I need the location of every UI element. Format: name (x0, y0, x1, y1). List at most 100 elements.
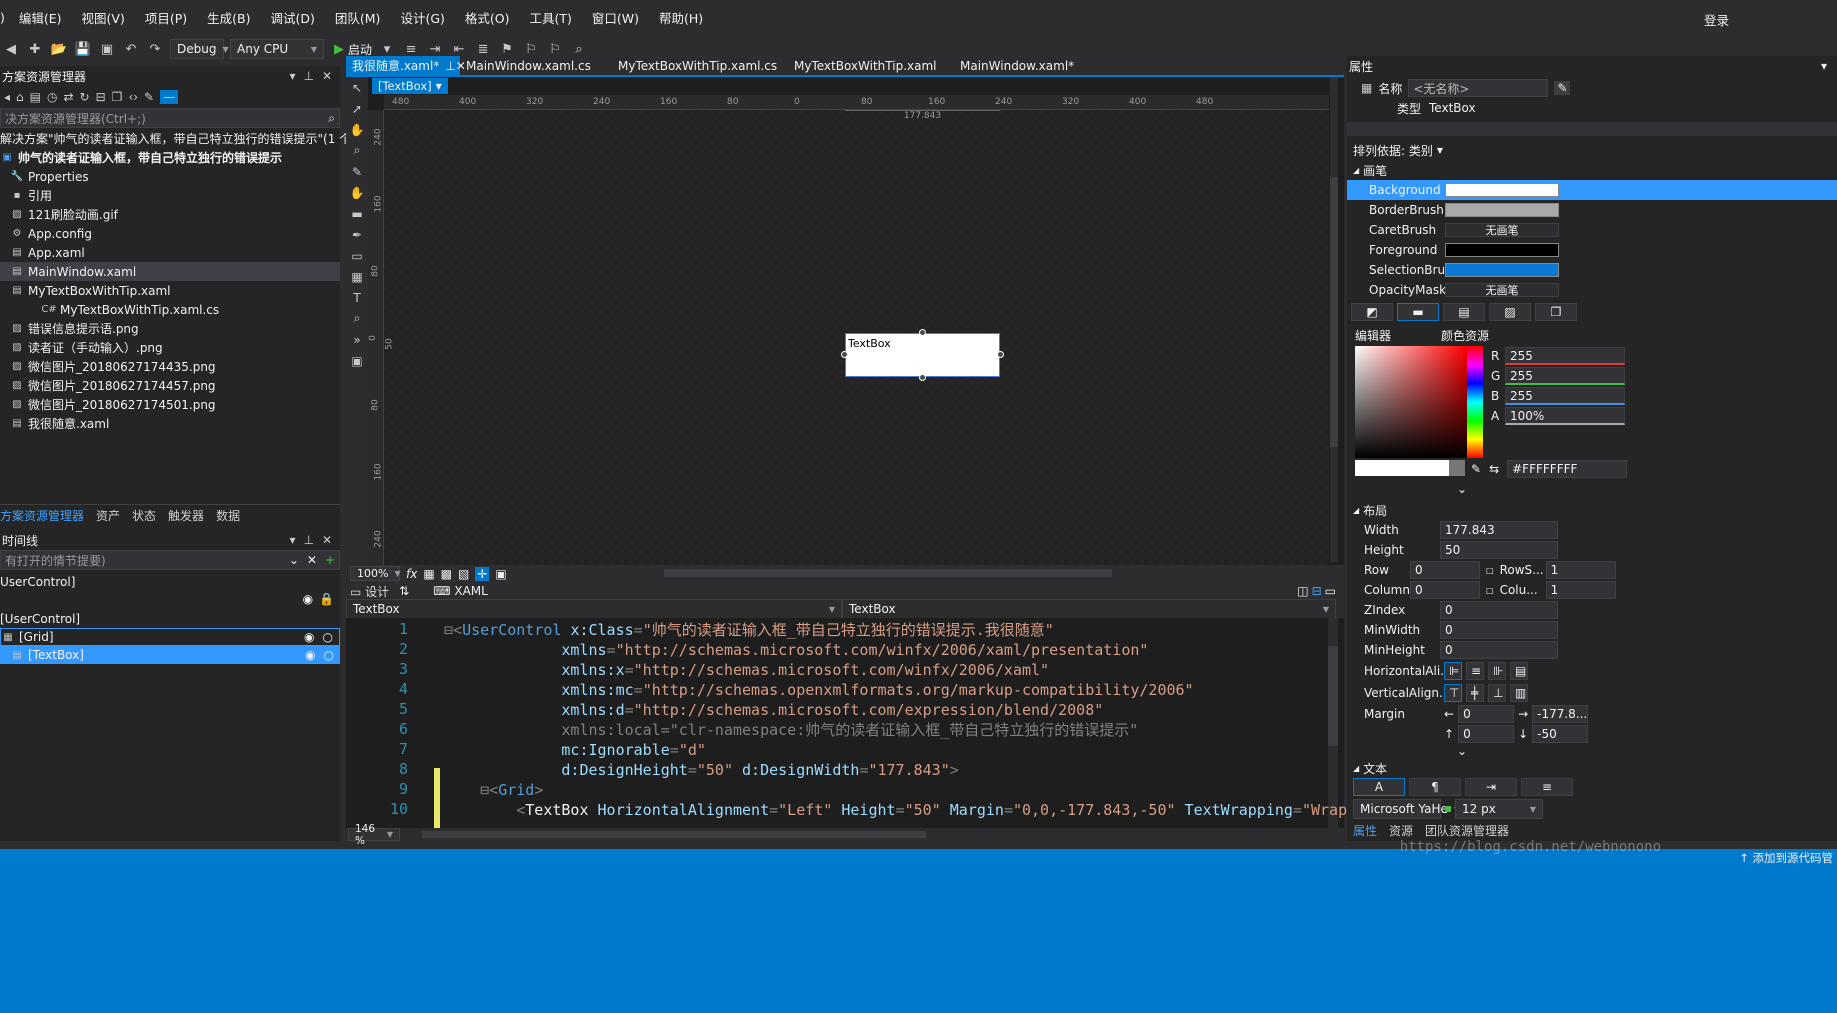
menu-item[interactable]: 生成(B) (197, 8, 260, 27)
brush-property[interactable]: OpacityMask 无画笔 (1347, 280, 1837, 300)
code-zoom-select[interactable]: 146 % ▼ (348, 823, 400, 847)
pin-icon[interactable]: ⊥ (303, 533, 313, 547)
solution-tree-item[interactable]: ▣ 帅气的读者证输入框，带自己特立独行的错误提示 (0, 148, 340, 167)
asset-icon[interactable]: ⌕ (346, 308, 368, 329)
props-tab[interactable]: 属性 (1347, 822, 1383, 839)
swap-icon[interactable]: ⇆ (1489, 462, 1499, 476)
hex-input[interactable]: #FFFFFFFF (1507, 460, 1628, 478)
element-scope-select[interactable]: TextBox ▼ (346, 599, 842, 619)
navigate-back-icon[interactable]: ◀ (2, 40, 20, 58)
element-member-select[interactable]: TextBox ▼ (842, 599, 1336, 619)
close-icon[interactable]: ✕ (322, 533, 332, 547)
code-line[interactable]: ⊟<Grid> (444, 780, 543, 800)
eyedropper-icon[interactable]: ✎ (1471, 462, 1481, 476)
eyedropper-icon[interactable]: ✎ (346, 161, 368, 182)
wrench-icon[interactable]: ✎ (1554, 81, 1571, 95)
pan-icon[interactable]: ✋ (346, 119, 368, 140)
paint-bucket-icon[interactable]: ✋ (346, 182, 368, 203)
layout-section-header[interactable]: ◢ 布局 (1347, 500, 1837, 520)
text-section-header[interactable]: ◢ 文本 (1347, 758, 1837, 778)
save-icon[interactable]: 💾 (74, 40, 92, 58)
menu-item[interactable]: 视图(V) (72, 8, 135, 27)
indent-tab-icon[interactable]: ⇥ (1465, 778, 1517, 796)
solution-tree-item[interactable]: ⚙ App.config (0, 224, 340, 243)
rowspan-input[interactable]: 1 (1545, 561, 1616, 579)
code-line[interactable]: xmlns:d="http://schemas.microsoft.com/ex… (444, 700, 1103, 720)
solution-tree-item[interactable]: ▤ 我很随意.xaml (0, 414, 340, 433)
save-all-icon[interactable]: ▣ (98, 40, 116, 58)
align-left-icon[interactable]: ⊫ (1444, 662, 1462, 680)
solution-tree-item[interactable]: ▨ 微信图片_20180627174457.png (0, 376, 340, 395)
home-icon[interactable]: ⌂ (16, 90, 24, 104)
tab-1[interactable]: 资产 (90, 507, 126, 524)
paragraph-tab-icon[interactable]: ¶ (1409, 778, 1461, 796)
text-tool-icon[interactable]: T (346, 287, 368, 308)
menu-item[interactable]: 帮助(H) (649, 8, 713, 27)
redo-icon[interactable]: ↷ (146, 40, 164, 58)
resource-brush-icon[interactable]: ❐ (1535, 303, 1577, 321)
menu-item[interactable]: 调试(D) (261, 8, 325, 27)
property-input[interactable]: 0 (1440, 641, 1558, 659)
solution-tree-item[interactable]: ▨ 错误信息提示语.png (0, 319, 340, 338)
new-project-icon[interactable]: ✚ (26, 40, 44, 58)
lock-toggle-icon[interactable]: ○ (323, 630, 333, 644)
align-middle-icon[interactable]: ╪ (1466, 684, 1484, 702)
brush-swatch[interactable] (1445, 243, 1559, 257)
doc-tab[interactable]: MyTextBoxWithTip.xaml (788, 56, 954, 75)
storyboard-select[interactable]: 有打开的情节提要) ⌄ ✕ + (0, 550, 340, 570)
solution-tree-item[interactable]: ▨ 读者证（手动输入）.png (0, 338, 340, 357)
solution-search-input[interactable]: 决方案资源管理器(Ctrl+;) ⌕ (0, 108, 340, 128)
more-tools-icon[interactable]: » (346, 329, 368, 350)
column-input[interactable]: 0 (1410, 581, 1480, 599)
code-horizontal-scrollbar[interactable] (422, 831, 926, 838)
swap-icon[interactable]: ⇅ (399, 584, 409, 598)
artboard-icon[interactable]: ▧ (458, 567, 469, 581)
resize-handle[interactable] (919, 329, 926, 336)
vertical-scrollbar[interactable] (1330, 77, 1338, 562)
name-input[interactable]: <无名称> (1408, 79, 1549, 97)
margin-bottom-input[interactable]: -50 (1532, 725, 1589, 743)
close-icon[interactable]: ✕ (307, 553, 317, 567)
platform-select[interactable]: Any CPU ▼ (230, 39, 324, 59)
tab-3[interactable]: 触发器 (162, 507, 210, 524)
gradient-brush-icon[interactable]: ▤ (1443, 303, 1485, 321)
dropdown-icon[interactable]: ▾ (289, 533, 295, 547)
pin-icon[interactable]: ⊥ (445, 59, 455, 73)
doc-tab[interactable]: 我很随意.xaml* ⊥ ✕ (346, 56, 466, 75)
font-family-select[interactable]: Microsoft YaHe▼ (1353, 799, 1460, 819)
code-line[interactable]: xmlns:mc="http://schemas.openxmlformats.… (444, 680, 1193, 700)
channel-input[interactable]: 255 (1505, 387, 1625, 405)
solution-tree-item[interactable]: 🔧 Properties (0, 167, 340, 186)
props-tab[interactable]: 团队资源管理器 (1419, 822, 1515, 839)
align-center-icon[interactable]: ≡ (1466, 662, 1484, 680)
eye-icon[interactable]: ◉ (304, 630, 314, 644)
expand-icon[interactable]: ⌄ (1457, 482, 1467, 496)
lock-icon[interactable]: 🔒 (319, 592, 334, 610)
margin-right-input[interactable]: -177.8... (1532, 705, 1589, 723)
props-tab[interactable]: 资源 (1383, 822, 1419, 839)
margin-top-input[interactable]: 0 (1458, 725, 1515, 743)
wrench-icon[interactable]: ✎ (144, 90, 154, 104)
code-line[interactable]: mc:Ignorable="d" (444, 740, 706, 760)
pin-icon[interactable]: ⊥ (303, 69, 313, 83)
zoom-select[interactable]: 100% ▼ (350, 566, 401, 581)
rectangle-icon[interactable]: ▭ (346, 245, 368, 266)
font-size-select[interactable]: 12 px ▼ (1455, 799, 1543, 819)
code-line[interactable]: xmlns="http://schemas.microsoft.com/winf… (444, 640, 1148, 660)
channel-input[interactable]: 255 (1505, 347, 1625, 365)
more-tab-icon[interactable]: ≡ (1521, 778, 1573, 796)
split-vertical-icon[interactable]: ◫ (1297, 584, 1308, 598)
snap-lines-icon[interactable]: ✛ (475, 566, 490, 581)
assets-icon[interactable]: ▣ (346, 350, 368, 371)
brush-swatch[interactable] (1445, 183, 1559, 197)
hue-slider[interactable] (1467, 346, 1483, 458)
expand-icon[interactable]: ⌄ (289, 553, 299, 567)
solution-tree-item[interactable]: ▨ 121刷脸动画.gif (0, 205, 340, 224)
menu-item[interactable]: 团队(M) (325, 8, 391, 27)
timeline-item[interactable]: ▤ [TextBox] ◉ ○ (0, 646, 340, 664)
tab-0[interactable]: 方案资源管理器 (0, 507, 90, 524)
config-select[interactable]: Debug ▼ (170, 39, 229, 59)
property-input[interactable]: 0 (1440, 621, 1558, 639)
zoom-icon[interactable]: ⌕ (346, 140, 368, 161)
lock-toggle-icon[interactable]: ○ (324, 648, 334, 662)
